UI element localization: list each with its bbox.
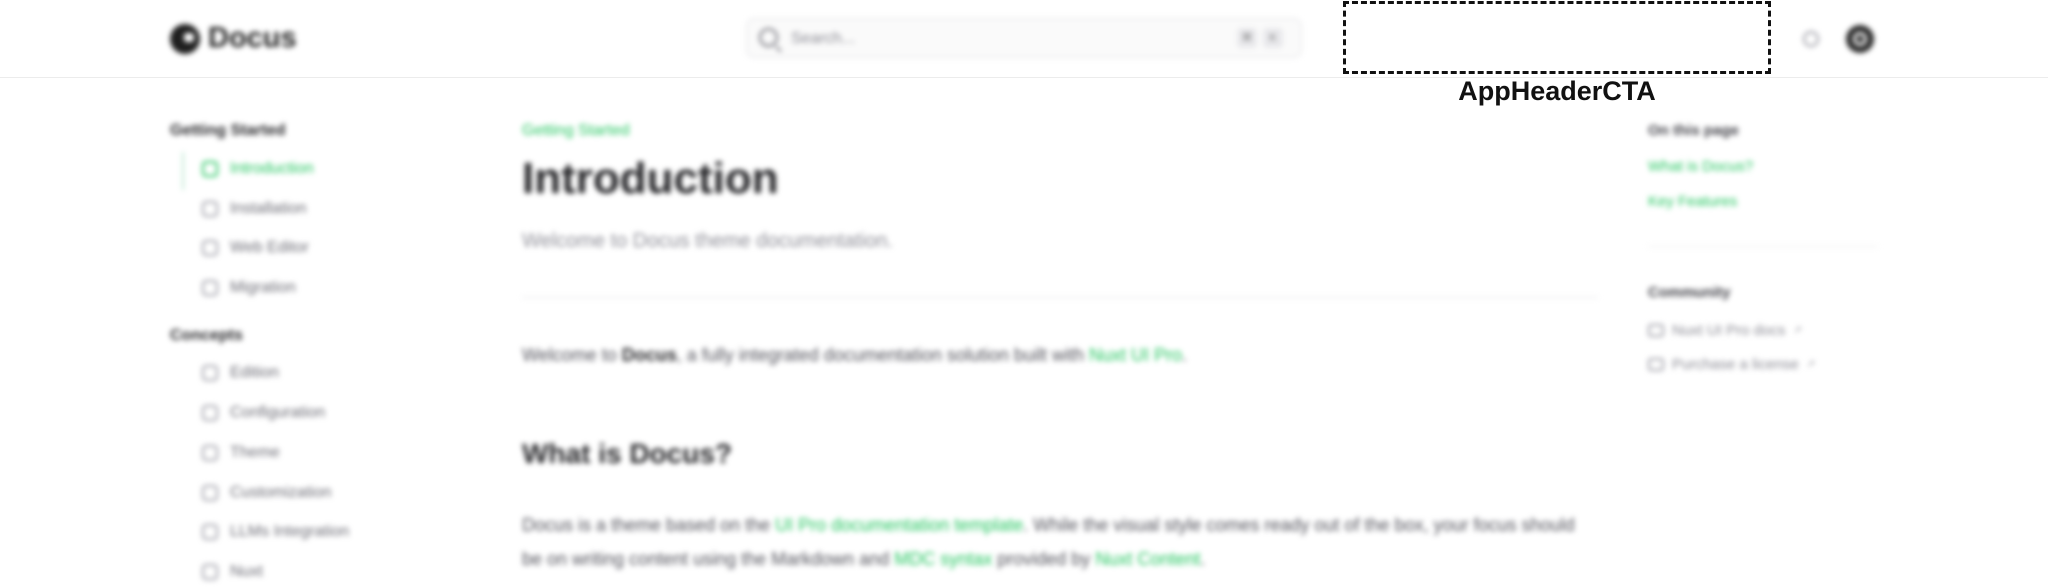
message-icon xyxy=(202,524,218,540)
sidebar-section-heading: Concepts xyxy=(170,327,243,344)
sidebar-item-llms-integration[interactable]: LLMs Integration xyxy=(202,523,349,541)
sidebar-item-label: LLMs Integration xyxy=(230,523,350,540)
pencil-icon xyxy=(202,365,218,381)
toc-link-key-features[interactable]: Key Features xyxy=(1648,193,1737,210)
ui-pro-template-link[interactable]: UI Pro documentation template xyxy=(775,515,1023,535)
sidebar-item-label: Installation xyxy=(230,200,307,217)
sidebar-item-label: Web Editor xyxy=(230,239,309,256)
mdc-syntax-link[interactable]: MDC syntax xyxy=(894,549,992,569)
sidebar-item-theme[interactable]: Theme xyxy=(202,444,280,462)
sidebar-item-web-editor[interactable]: Web Editor xyxy=(202,239,309,257)
page-description: Welcome to Docus theme documentation. xyxy=(522,230,893,252)
download-icon xyxy=(202,201,218,217)
cursor-icon xyxy=(202,240,218,256)
nuxt-ui-pro-link[interactable]: Nuxt UI Pro xyxy=(1089,345,1182,365)
app-header-cta-label: AppHeaderCTA xyxy=(1458,76,1656,106)
search-icon xyxy=(759,28,778,47)
intro-paragraph: Welcome to Docus, a fully integrated doc… xyxy=(522,345,1187,366)
route-icon xyxy=(202,280,218,296)
body-text: . xyxy=(1200,549,1206,569)
cog-icon xyxy=(202,405,218,421)
body-text: Docus is a theme based on the xyxy=(522,515,776,535)
sidebar-item-label: Configuration xyxy=(230,404,326,421)
body-paragraph: Docus is a theme based on the UI Pro doc… xyxy=(522,508,1598,576)
community-heading: Community xyxy=(1648,284,1731,301)
kbd-k: K xyxy=(1263,28,1283,48)
nuxt-ui-pro-docs-link[interactable]: Nuxt UI Pro docs ↗ xyxy=(1648,322,1802,339)
kbd-meta: ⌘ xyxy=(1237,28,1257,48)
toc-link-what-is-docus[interactable]: What is Docus? xyxy=(1648,158,1753,175)
sidebar-item-label: Theme xyxy=(230,444,280,461)
community-link-label: Nuxt UI Pro docs xyxy=(1672,322,1786,339)
external-link-icon: ↗ xyxy=(1793,325,1802,336)
credit-card-icon xyxy=(1648,358,1664,371)
sidebar-item-label: Nuxt xyxy=(230,563,263,580)
community-link-label: Purchase a license xyxy=(1672,356,1799,373)
toc-divider xyxy=(1648,246,1878,247)
breadcrumb[interactable]: Getting Started xyxy=(522,122,630,140)
app-header-cta-placeholder xyxy=(1343,1,1771,74)
intro-text: , a fully integrated documentation solut… xyxy=(676,345,1089,365)
sidebar-item-installation[interactable]: Installation xyxy=(202,200,307,218)
sidebar-section-heading: Getting Started xyxy=(170,122,286,139)
sidebar-item-introduction[interactable]: Introduction xyxy=(202,160,314,178)
toc-heading: On this page xyxy=(1648,122,1739,139)
intro-bold: Docus xyxy=(621,345,677,365)
search-placeholder: Search... xyxy=(791,30,856,47)
sidebar-item-label: Customization xyxy=(230,484,332,501)
docus-logo-icon xyxy=(170,23,200,54)
sun-icon xyxy=(1803,31,1819,47)
paint-roller-icon xyxy=(202,445,218,461)
sidebar-active-indicator xyxy=(182,152,184,190)
book-icon xyxy=(1648,324,1664,337)
page-title: Introduction xyxy=(522,154,779,203)
logo-text: Docus xyxy=(208,22,297,54)
nuxt-icon xyxy=(202,564,218,580)
purchase-license-link[interactable]: Purchase a license ↗ xyxy=(1648,356,1815,373)
sidebar-item-edition[interactable]: Edition xyxy=(202,364,279,382)
sidebar-item-migration[interactable]: Migration xyxy=(202,279,296,297)
nuxt-content-link[interactable]: Nuxt Content xyxy=(1095,549,1200,569)
external-link-icon: ↗ xyxy=(1806,359,1816,370)
sidebar-item-label: Introduction xyxy=(230,160,314,177)
sidebar-item-configuration[interactable]: Configuration xyxy=(202,404,325,422)
sidebar-item-label: Edition xyxy=(230,364,279,381)
intro-text: Welcome to xyxy=(522,345,622,365)
section-heading[interactable]: What is Docus? xyxy=(522,438,732,470)
house-icon xyxy=(202,161,218,177)
sidebar-item-customization[interactable]: Customization xyxy=(202,484,331,502)
divider xyxy=(522,297,1598,298)
sidebar-item-label: Migration xyxy=(230,279,296,296)
sidebar-item-nuxt[interactable]: Nuxt xyxy=(202,563,263,581)
color-mode-button[interactable] xyxy=(1799,27,1823,51)
brush-icon xyxy=(202,485,218,501)
search-button[interactable]: Search... ⌘ K xyxy=(746,18,1302,58)
intro-text: . xyxy=(1182,345,1188,365)
github-icon[interactable] xyxy=(1846,25,1874,53)
body-text: provided by xyxy=(992,549,1096,569)
docus-logo-link[interactable]: Docus xyxy=(170,22,297,55)
